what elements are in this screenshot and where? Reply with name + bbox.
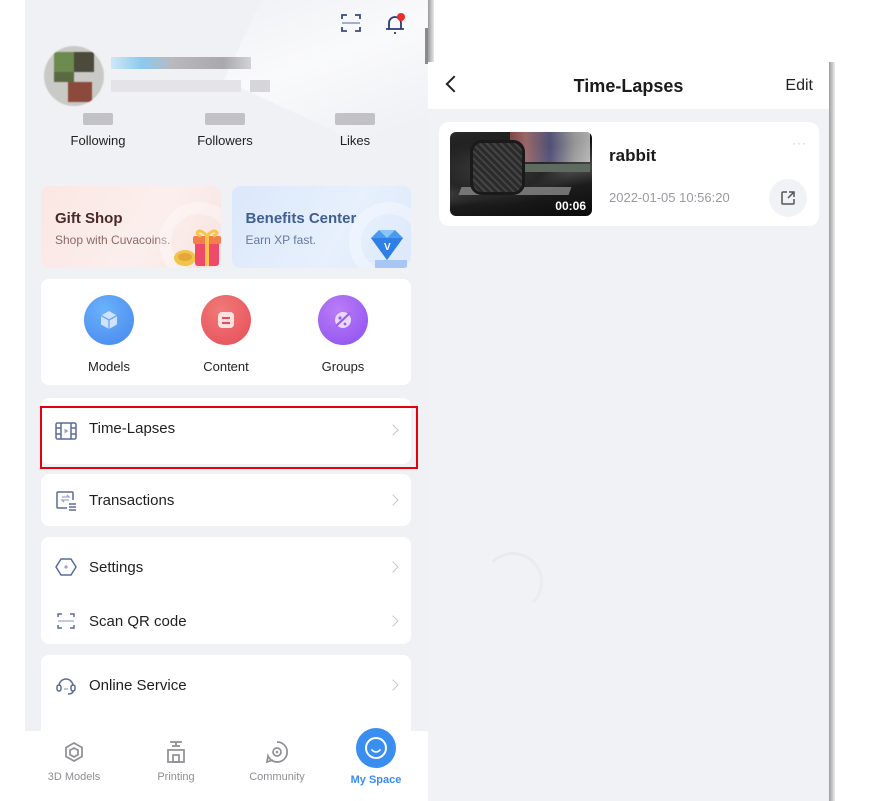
more-options-icon[interactable]: ··· bbox=[792, 136, 807, 150]
panel-shadow bbox=[428, 0, 434, 62]
bell-icon[interactable] bbox=[384, 13, 406, 34]
quick-link-content[interactable]: Content bbox=[186, 295, 266, 374]
stat-followers[interactable]: Followers bbox=[185, 113, 265, 148]
planet-icon bbox=[318, 295, 368, 345]
cube-icon bbox=[84, 295, 134, 345]
tab-label: 3D Models bbox=[47, 771, 101, 783]
page-title: Time-Lapses bbox=[573, 76, 684, 96]
headset-icon bbox=[55, 674, 77, 696]
svg-text:V: V bbox=[384, 242, 391, 253]
stat-label: Likes bbox=[339, 133, 371, 148]
share-button[interactable] bbox=[769, 179, 807, 217]
time-lapses-screen: Time-Lapses Edit 00:06 rabbit 2022-01-05… bbox=[428, 62, 829, 801]
time-lapse-name: rabbit bbox=[609, 146, 657, 165]
highlight-box bbox=[40, 406, 418, 469]
stat-value-redacted bbox=[83, 113, 113, 125]
smiley-icon bbox=[356, 728, 396, 768]
thumbnail-hotend bbox=[470, 140, 525, 195]
tab-my-space[interactable]: My Space bbox=[331, 728, 421, 786]
chevron-right-icon bbox=[387, 561, 399, 573]
share-icon bbox=[781, 191, 795, 205]
menu-label: Transactions bbox=[89, 491, 175, 509]
nav-bar: Time-Lapses Edit bbox=[428, 62, 829, 109]
quick-link-models[interactable]: Models bbox=[69, 295, 149, 374]
transactions-icon bbox=[55, 489, 77, 511]
tab-label: My Space bbox=[350, 774, 402, 786]
menu-label: Scan QR code bbox=[89, 612, 187, 630]
stat-following[interactable]: Following bbox=[58, 113, 138, 148]
document-icon bbox=[201, 295, 251, 345]
stat-label: Followers bbox=[197, 133, 253, 148]
chat-bubble-icon bbox=[264, 739, 290, 765]
username-redacted bbox=[111, 57, 251, 69]
stat-value-redacted bbox=[205, 113, 245, 125]
benefits-center-card[interactable]: Benefits Center Earn XP fast. V bbox=[231, 186, 411, 268]
user-id-redacted bbox=[111, 80, 241, 92]
menu-item-settings[interactable]: Settings bbox=[41, 543, 411, 591]
menu-item-online-service[interactable]: Online Service bbox=[41, 655, 411, 715]
edit-button[interactable]: Edit bbox=[785, 77, 813, 95]
chevron-right-icon bbox=[387, 615, 399, 627]
quick-link-label: Content bbox=[203, 359, 249, 374]
tab-community[interactable]: Community bbox=[232, 731, 322, 783]
copy-id-redacted bbox=[250, 80, 270, 92]
tab-label: Printing bbox=[157, 771, 195, 783]
stat-value-redacted bbox=[335, 113, 375, 125]
video-thumbnail[interactable]: 00:06 bbox=[450, 132, 592, 216]
stat-label: Following bbox=[70, 133, 126, 148]
tab-label: Community bbox=[249, 771, 305, 783]
my-space-screen: Following Followers Likes Gift Shop Shop… bbox=[25, 0, 428, 801]
header-actions bbox=[340, 13, 406, 34]
tab-3d-models[interactable]: 3D Models bbox=[29, 731, 119, 783]
promo-row: Gift Shop Shop with Cuvacoins. Benefits … bbox=[41, 186, 411, 268]
cube-outline-icon bbox=[61, 739, 87, 765]
menu-item-scan-qr[interactable]: Scan QR code bbox=[41, 597, 411, 645]
diamond-icon: V bbox=[371, 230, 407, 268]
menu-label: Online Service bbox=[89, 676, 187, 694]
menu-item-transactions[interactable]: Transactions bbox=[41, 474, 411, 526]
loading-spinner bbox=[483, 552, 543, 612]
chevron-right-icon bbox=[387, 679, 399, 691]
menu-label: Settings bbox=[89, 558, 144, 576]
quick-link-groups[interactable]: Groups bbox=[303, 295, 383, 374]
chevron-right-icon bbox=[387, 494, 399, 506]
quick-links-card: Models Content Groups bbox=[41, 279, 411, 385]
bottom-tab-bar: 3D Models Printing Community My Space bbox=[25, 728, 428, 801]
quick-link-label: Models bbox=[88, 359, 130, 374]
video-duration: 00:06 bbox=[555, 199, 586, 213]
avatar[interactable] bbox=[44, 46, 104, 106]
gift-box-icon bbox=[173, 229, 221, 266]
time-lapse-item[interactable]: 00:06 rabbit 2022-01-05 10:56:20 ··· bbox=[439, 122, 819, 226]
scan-qr-icon bbox=[55, 610, 77, 632]
printer-icon bbox=[163, 739, 189, 765]
gift-shop-card[interactable]: Gift Shop Shop with Cuvacoins. bbox=[41, 186, 221, 268]
stat-likes[interactable]: Likes bbox=[315, 113, 395, 148]
settings-hexagon-icon bbox=[55, 556, 77, 578]
panel-shadow bbox=[829, 62, 835, 801]
tab-printing[interactable]: Printing bbox=[131, 731, 221, 783]
transactions-card: Transactions bbox=[41, 474, 411, 526]
quick-link-label: Groups bbox=[321, 359, 365, 374]
settings-card: Settings Scan QR code bbox=[41, 537, 411, 644]
scan-icon[interactable] bbox=[340, 13, 362, 33]
time-lapse-date: 2022-01-05 10:56:20 bbox=[609, 190, 730, 205]
